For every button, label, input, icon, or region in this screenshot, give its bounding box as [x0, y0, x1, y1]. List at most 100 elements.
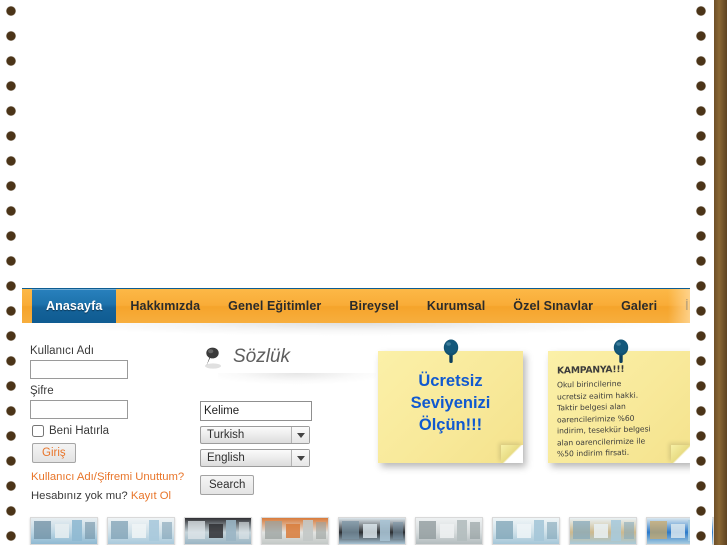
- nav-item-label: Bireysel: [349, 299, 399, 313]
- password-input[interactable]: [30, 400, 128, 419]
- sticky-note-line: Ölçün!!!: [418, 415, 483, 434]
- username-input[interactable]: [30, 360, 128, 379]
- thumb-detail: [302, 520, 314, 541]
- login-panel: Kullanıcı Adı Şifre Beni Hatırla Giriş K…: [30, 345, 190, 502]
- chevron-down-icon[interactable]: [291, 450, 309, 466]
- thumb-detail: [533, 520, 545, 541]
- dictionary-title: Sözlük: [233, 346, 291, 367]
- content-area: Kullanıcı Adı Şifre Beni Hatırla Giriş K…: [22, 323, 727, 545]
- thumb-detail: [225, 520, 237, 541]
- thumb-detail: [131, 523, 147, 539]
- dictionary-search-button[interactable]: Search: [200, 475, 255, 495]
- nav-item-label: Anasayfa: [46, 299, 103, 313]
- thumb-detail: [316, 521, 326, 539]
- thumb-8[interactable]: [569, 517, 637, 545]
- right-brown-edge: [714, 0, 727, 545]
- sticky-note-campaign-text: KAMPANYA!!! Okul birincilerine ucretsiz ea…: [557, 362, 687, 461]
- remember-me-checkbox[interactable]: [32, 425, 44, 437]
- pushpin-icon: [440, 338, 462, 366]
- thumb-detail: [470, 521, 480, 539]
- nav-item-label: Kurumsal: [426, 299, 486, 313]
- nav-item-list: Anasayfa Hakkımızda Genel Eğitimler Bireyse…: [32, 289, 690, 323]
- sticky-note-campaign[interactable]: KAMPANYA!!! Okul birincilerine ucretsiz ea…: [548, 339, 693, 463]
- thumb-detail: [54, 523, 70, 539]
- remember-me-row[interactable]: Beni Hatırla: [32, 425, 190, 437]
- nav-item-galeri[interactable]: Galeri: [607, 289, 671, 323]
- dictionary-word-input[interactable]: [200, 401, 312, 421]
- thumb-4[interactable]: [261, 517, 329, 545]
- pushpin-icon: [610, 338, 632, 366]
- thumb-detail: [162, 521, 172, 539]
- thumb-detail: [439, 523, 455, 539]
- signup-row: Hesabınız yok mu? Kayıt Ol: [31, 490, 190, 502]
- nav-item-label: Özel Sınavlar: [513, 299, 594, 313]
- forgot-credentials-link[interactable]: Kullanıcı Adı/Şifremi Unuttum?: [31, 471, 190, 483]
- thumb-detail: [393, 521, 403, 539]
- dictionary-sheen: [218, 373, 376, 387]
- source-language-value: Turkish: [207, 429, 245, 441]
- thumb-6[interactable]: [415, 517, 483, 545]
- sticky-note-line: Seviyenizi: [410, 393, 491, 412]
- sticky-note-line: %50 indirim firsati.: [557, 448, 630, 459]
- main-navigation: Anasayfa Hakkımızda Genel Eğitimler Bireyse…: [22, 288, 690, 323]
- nav-item-genel-eğitimler[interactable]: Genel Eğitimler: [214, 289, 335, 323]
- nav-item-anasayfa[interactable]: Anasayfa: [32, 289, 117, 323]
- thumb-detail: [208, 523, 224, 539]
- thumb-detail: [33, 520, 51, 539]
- thumb-detail: [456, 520, 468, 541]
- thumb-detail: [362, 523, 378, 539]
- sticky-note-free-test[interactable]: Ücretsiz Seviyenizi Ölçün!!!: [378, 339, 523, 463]
- sticky-note-free-test-text: Ücretsiz Seviyenizi Ölçün!!!: [378, 371, 523, 436]
- nav-drop-shadow: [22, 323, 690, 339]
- thumb-detail: [547, 521, 557, 539]
- thumb-2[interactable]: [107, 517, 175, 545]
- thumb-3[interactable]: [184, 517, 252, 545]
- thumb-1[interactable]: [30, 517, 98, 545]
- signup-prompt-text: Hesabınız yok mu?: [31, 490, 128, 502]
- nav-item-label: Galeri: [621, 299, 658, 313]
- thumb-detail: [649, 520, 667, 539]
- target-language-select[interactable]: English: [200, 449, 310, 467]
- left-dotted-border: [0, 0, 22, 545]
- thumb-detail: [264, 520, 282, 539]
- thumb-detail: [516, 523, 532, 539]
- thumb-detail: [285, 523, 301, 539]
- remember-me-label: Beni Hatırla: [49, 425, 110, 437]
- nav-item-i̇letişim[interactable]: İletişim: [671, 289, 690, 323]
- thumb-detail: [593, 523, 609, 539]
- thumb-detail: [110, 520, 128, 539]
- nav-item-bireysel[interactable]: Bireysel: [335, 289, 412, 323]
- signup-link[interactable]: Kayıt Ol: [131, 490, 171, 502]
- thumb-7[interactable]: [492, 517, 560, 545]
- thumb-detail: [624, 521, 634, 539]
- thumb-detail: [239, 521, 249, 539]
- dictionary-header: Sözlük: [200, 343, 385, 371]
- thumb-detail: [379, 520, 391, 541]
- thumb-detail: [495, 520, 513, 539]
- nav-item-label: Genel Eğitimler: [228, 299, 322, 313]
- password-label: Şifre: [30, 385, 54, 397]
- gallery-thumbnail-strip: [22, 517, 727, 545]
- thumb-detail: [187, 520, 205, 539]
- nav-item-kurumsal[interactable]: Kurumsal: [413, 289, 499, 323]
- dictionary-widget: Sözlük Turkish English Search: [200, 343, 385, 495]
- right-dotted-border: [690, 0, 712, 545]
- thumb-detail: [572, 520, 590, 539]
- nav-item-özel-sınavlar[interactable]: Özel Sınavlar: [499, 289, 607, 323]
- login-submit-button[interactable]: Giriş: [32, 443, 76, 463]
- thumb-detail: [418, 520, 436, 539]
- header-banner-area: [22, 0, 690, 288]
- target-language-value: English: [207, 452, 245, 464]
- source-language-select[interactable]: Turkish: [200, 426, 310, 444]
- sticky-note-line: Ücretsiz: [418, 372, 483, 390]
- nav-item-hakkımızda[interactable]: Hakkımızda: [116, 289, 214, 323]
- thumb-detail: [610, 520, 622, 541]
- thumb-detail: [341, 520, 359, 539]
- thumb-detail: [670, 523, 686, 539]
- chevron-down-icon[interactable]: [291, 427, 309, 443]
- thumb-detail: [148, 520, 160, 541]
- pushpin-icon: [200, 344, 224, 370]
- thumb-5[interactable]: [338, 517, 406, 545]
- username-label: Kullanıcı Adı: [30, 345, 94, 357]
- thumb-detail: [85, 521, 95, 539]
